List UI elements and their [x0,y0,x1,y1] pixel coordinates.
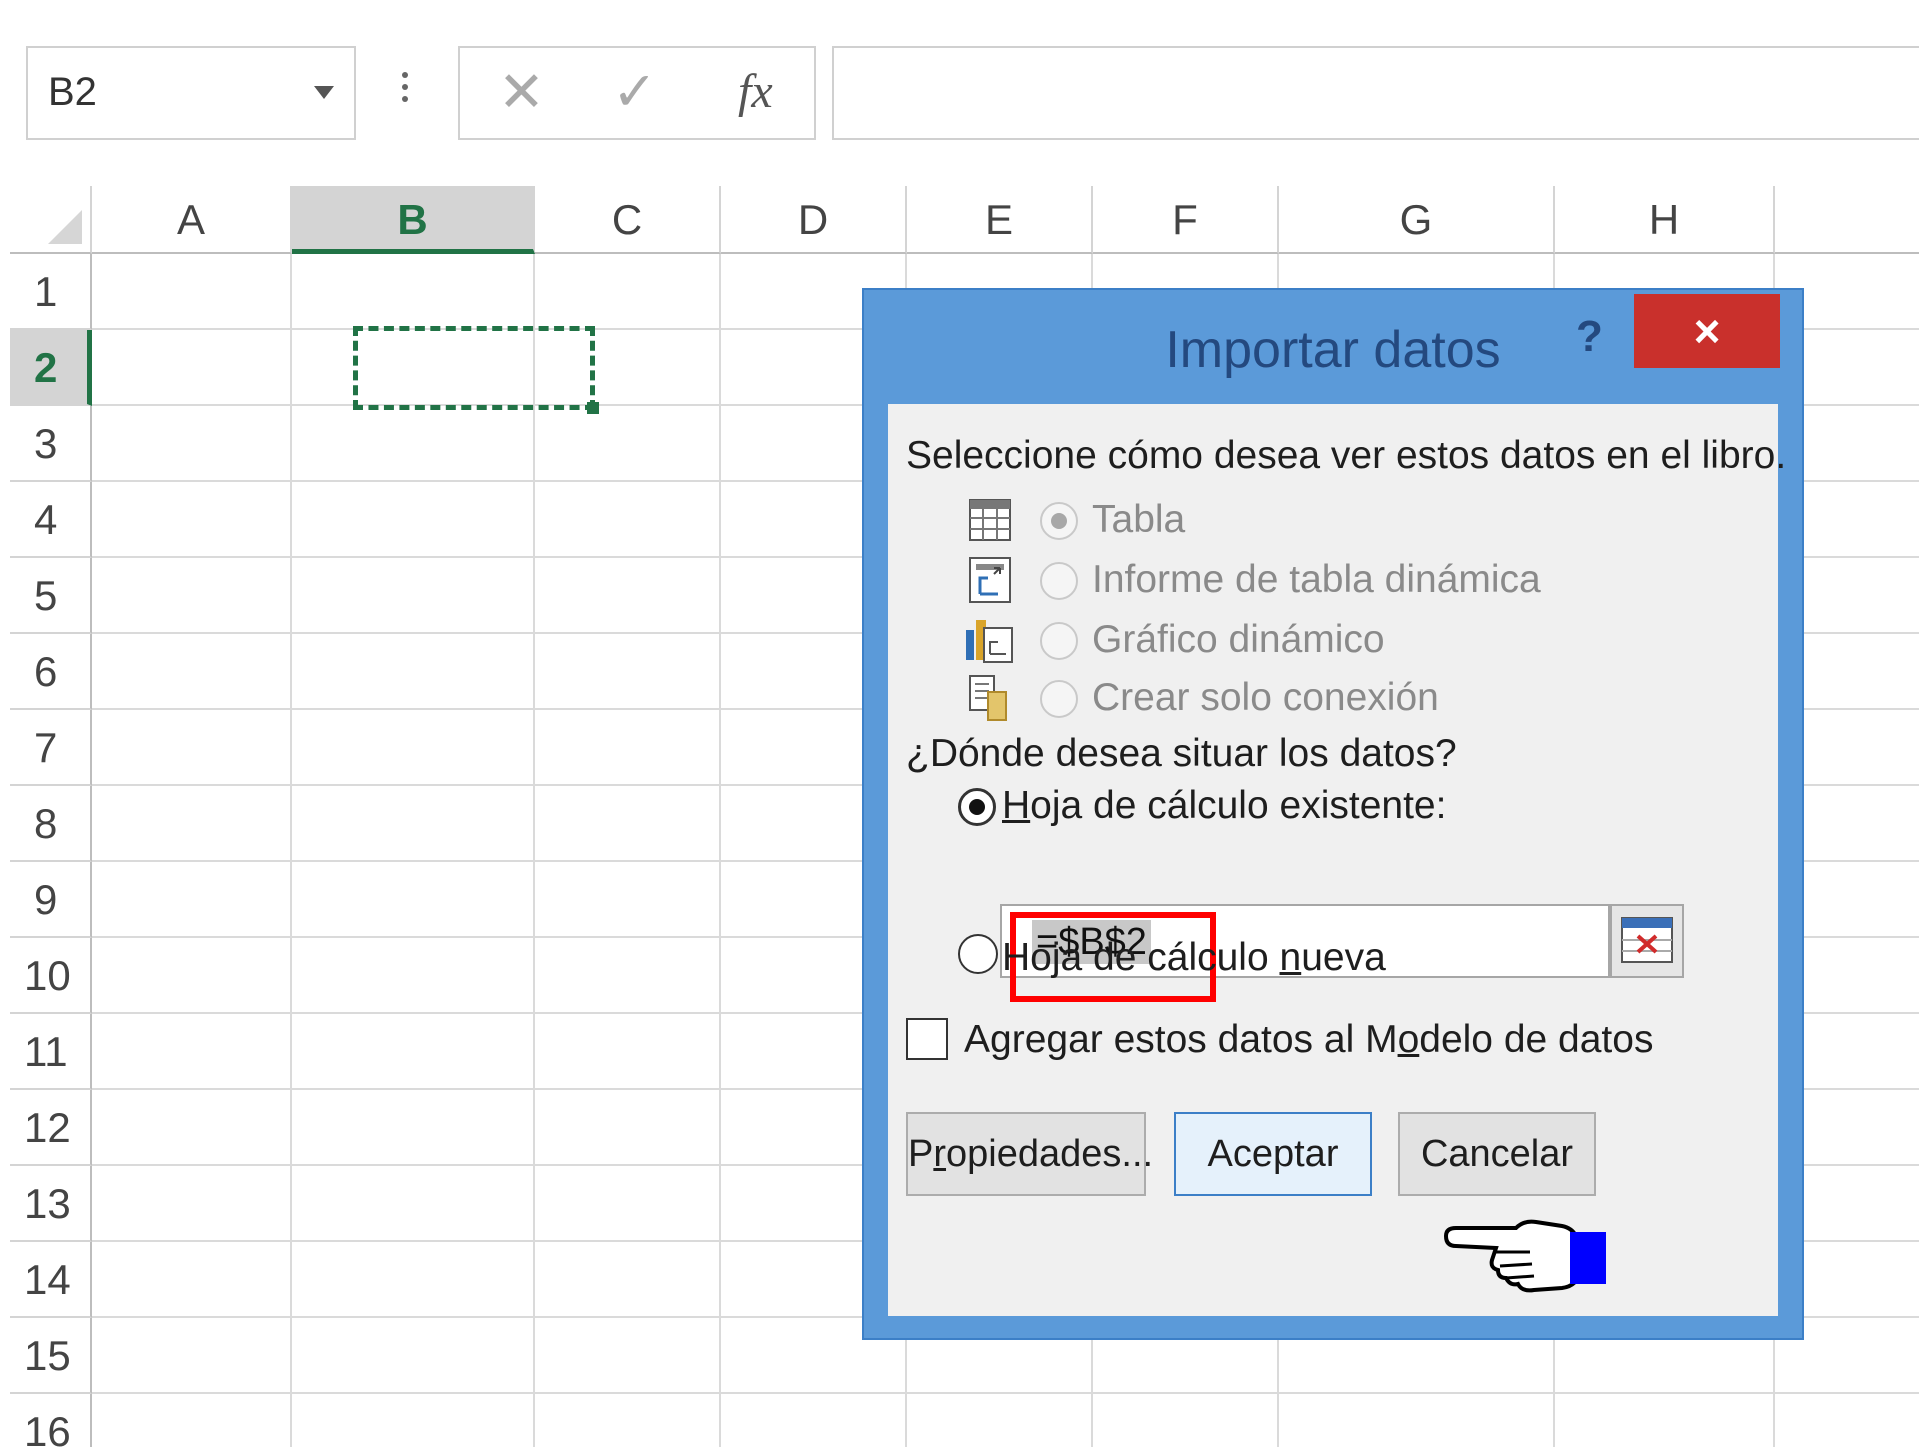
dialog-body: Seleccione cómo desea ver estos datos en… [888,404,1786,1316]
column-header-c[interactable]: C [535,186,721,254]
gridline [533,254,535,1447]
more-options-icon[interactable] [402,66,410,108]
close-button[interactable]: × [1634,294,1780,368]
row-header-8[interactable]: 8 [10,786,92,862]
row-header-2[interactable]: 2 [10,330,92,406]
table-icon [969,499,1011,541]
row-header-14[interactable]: 14 [10,1242,92,1318]
chevron-down-icon[interactable] [314,86,334,99]
row-header-3[interactable]: 3 [10,406,92,482]
pivot-chart-icon [966,620,1013,663]
fill-handle[interactable] [587,402,599,414]
location-prompt: ¿Dónde desea situar los datos? [906,732,1457,775]
row-header-12[interactable]: 12 [10,1090,92,1166]
row-header-9[interactable]: 9 [10,862,92,938]
view-connection-only-label: Crear solo conexión [1092,676,1439,719]
enter-formula-icon[interactable]: ✓ [612,62,657,122]
view-prompt: Seleccione cómo desea ver estos datos en… [906,434,1787,477]
column-header-a[interactable]: A [92,186,292,254]
gridline [719,254,721,1447]
row-header-7[interactable]: 7 [10,710,92,786]
row-header-11[interactable]: 11 [10,1014,92,1090]
row-header-16[interactable]: 16 [10,1394,92,1447]
existing-sheet-radio[interactable] [958,788,996,826]
view-connection-only-radio[interactable] [1040,680,1078,718]
formula-buttons: ✕ ✓ fx [458,46,816,140]
row-header-13[interactable]: 13 [10,1166,92,1242]
column-header-b[interactable]: B [292,186,535,254]
view-table-radio[interactable] [1040,502,1078,540]
row-header-15[interactable]: 15 [10,1318,92,1394]
cancel-formula-icon[interactable]: ✕ [498,62,545,122]
view-pivot-chart-label: Gráfico dinámico [1092,618,1385,661]
row-header-1[interactable]: 1 [10,254,92,330]
formula-bar: B2 ✕ ✓ fx [0,0,1919,170]
existing-sheet-label: Hoja de cálculo existente: [1002,784,1447,827]
row-header-4[interactable]: 4 [10,482,92,558]
view-pivot-table-label: Informe de tabla dinámica [1092,558,1541,601]
help-icon[interactable]: ? [1576,312,1603,362]
select-all-icon [48,210,82,244]
row-header-10[interactable]: 10 [10,938,92,1014]
column-header-e[interactable]: E [907,186,1093,254]
insert-function-icon[interactable]: fx [738,62,773,122]
add-to-data-model-checkbox[interactable] [906,1018,948,1060]
accept-button[interactable]: Aceptar [1174,1112,1372,1196]
view-table-label: Tabla [1092,498,1186,541]
formula-input[interactable] [832,46,1919,140]
new-sheet-label: Hoja de cálculo nueva [1002,936,1386,979]
add-to-data-model-label: Agregar estos datos al Modelo de datos [964,1018,1654,1061]
cancel-button[interactable]: Cancelar [1398,1112,1596,1196]
view-pivot-chart-radio[interactable] [1040,622,1078,660]
active-cell-b2[interactable] [353,326,599,414]
new-sheet-radio[interactable] [958,934,998,974]
select-all-button[interactable] [10,186,92,254]
name-box-value: B2 [48,70,97,114]
view-pivot-table-radio[interactable] [1040,562,1078,600]
connection-only-icon [969,675,1007,721]
row-header-6[interactable]: 6 [10,634,92,710]
import-data-dialog: Importar datos ? × Seleccione cómo desea… [862,288,1804,1340]
range-select-icon [1621,917,1673,963]
properties-button[interactable]: Propiedades... [906,1112,1153,1196]
gridline [290,254,292,1447]
column-header-g[interactable]: G [1279,186,1555,254]
range-picker-button[interactable] [1610,904,1684,978]
column-header-f[interactable]: F [1093,186,1279,254]
gridline [92,1392,1919,1394]
pointing-hand-cursor-icon [1443,1219,1606,1293]
column-header-d[interactable]: D [721,186,907,254]
column-header-overflow [1775,186,1919,254]
name-box[interactable]: B2 [26,46,356,140]
row-header-5[interactable]: 5 [10,558,92,634]
pivot-table-icon [969,557,1011,603]
column-header-h[interactable]: H [1555,186,1775,254]
